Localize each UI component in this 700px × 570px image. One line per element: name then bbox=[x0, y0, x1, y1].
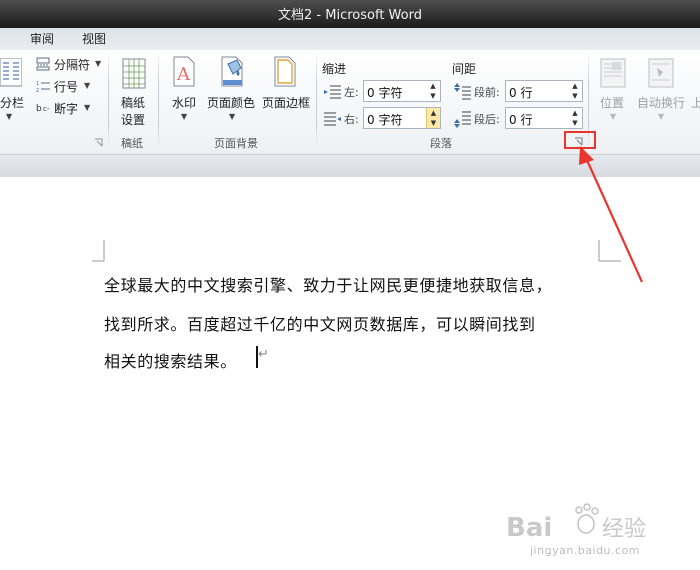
watermark-url: jingyan.baidu.com bbox=[530, 544, 641, 557]
baidu-jingyan-watermark: Bai 经验 jingyan.baidu.com bbox=[502, 502, 682, 562]
svg-text:经验: 经验 bbox=[602, 517, 646, 542]
svg-text:Bai: Bai bbox=[506, 513, 552, 543]
annotation-arrow bbox=[579, 146, 644, 283]
